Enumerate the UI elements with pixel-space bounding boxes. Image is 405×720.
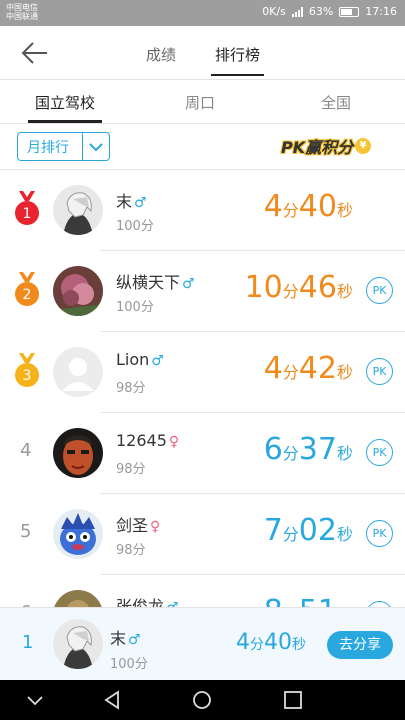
- my-exam-time: 4分40秒: [236, 630, 306, 655]
- player-name: Lion: [116, 350, 150, 369]
- toolbar: 月排行 PK赢积分 ¥: [0, 124, 405, 170]
- signal-icon: [291, 6, 303, 17]
- svg-text:3: 3: [23, 368, 32, 384]
- avatar: [53, 185, 103, 235]
- recent-apps-icon[interactable]: [282, 689, 304, 711]
- back-arrow-icon: [21, 42, 47, 64]
- system-nav-bar: [0, 680, 405, 720]
- list-item[interactable]: 4 12645 ♀ 98分 6分37秒 PK: [0, 413, 405, 494]
- carrier-2: 中国联通: [6, 12, 38, 21]
- male-icon: ♂: [166, 600, 179, 607]
- list-item[interactable]: 3 Lion ♂ 98分 4分42秒 PK: [0, 332, 405, 413]
- tab-school[interactable]: 国立驾校: [27, 92, 103, 123]
- home-icon[interactable]: [191, 689, 213, 711]
- silver-medal-icon: 2: [15, 272, 39, 306]
- player-name: 纵横天下: [116, 273, 181, 292]
- hide-keyboard-icon[interactable]: [24, 689, 46, 711]
- pk-banner-text: PK赢积分: [281, 138, 354, 157]
- battery-icon: [339, 6, 360, 17]
- tab-leaderboard[interactable]: 排行榜: [210, 44, 265, 76]
- list-item[interactable]: 6 张俊龙♂ 8分51秒 PK: [0, 575, 405, 607]
- svg-text:1: 1: [23, 206, 32, 222]
- chevron-down-icon: [83, 142, 109, 152]
- male-icon: ♂: [128, 632, 141, 648]
- player-score: 100分: [116, 219, 154, 234]
- male-icon: ♂: [134, 195, 147, 211]
- status-bar: 中国电信 中国联通 0K/s 63% 17:16: [0, 0, 405, 26]
- player-name: 末: [116, 192, 133, 211]
- list-item[interactable]: 1 末 ♂ 100分 4分40秒: [0, 170, 405, 251]
- player-score: 98分: [116, 543, 146, 558]
- my-rank-bar: 1 末 ♂ 100分 4分40秒 去分享: [0, 607, 405, 680]
- pk-button[interactable]: PK: [366, 439, 393, 466]
- rank-number: 4: [20, 440, 32, 461]
- back-button[interactable]: [20, 40, 50, 66]
- avatar: [53, 509, 103, 559]
- player-score: 98分: [116, 381, 146, 396]
- exam-time: 6分37秒: [263, 432, 353, 467]
- svg-text:2: 2: [23, 287, 32, 303]
- avatar: [53, 266, 103, 316]
- clock: 17:16: [365, 5, 397, 18]
- pk-button[interactable]: PK: [366, 520, 393, 547]
- avatar: [53, 428, 103, 478]
- exam-time: 7分02秒: [263, 513, 353, 548]
- back-nav-icon[interactable]: [101, 689, 123, 711]
- ranking-list: 1 末 ♂ 100分 4分40秒 2 纵横天下 ♂ 100分 10分46秒 PK…: [0, 170, 405, 607]
- nav-header: 成绩 排行榜: [0, 26, 405, 80]
- exam-time: 4分42秒: [263, 351, 353, 386]
- player-score: 98分: [116, 462, 146, 477]
- network-speed: 0K/s: [262, 5, 286, 18]
- tab-city[interactable]: 周口: [185, 92, 215, 113]
- ranking-period-dropdown[interactable]: 月排行: [17, 132, 110, 161]
- scope-tabs: 国立驾校 周口 全国: [0, 80, 405, 124]
- pk-points-banner[interactable]: PK赢积分 ¥: [281, 132, 372, 160]
- pk-button[interactable]: PK: [366, 358, 393, 385]
- gold-medal-icon: 1: [15, 191, 39, 225]
- exam-time: 10分46秒: [244, 270, 353, 305]
- coin-icon: ¥: [355, 138, 372, 154]
- bronze-medal-icon: 3: [15, 353, 39, 387]
- share-button[interactable]: 去分享: [327, 631, 393, 659]
- female-icon: ♀: [168, 434, 180, 450]
- player-name: 张俊龙: [116, 597, 165, 607]
- pk-button[interactable]: PK: [366, 277, 393, 304]
- male-icon: ♂: [151, 353, 164, 369]
- my-score: 100分: [110, 657, 148, 672]
- avatar: [53, 619, 103, 669]
- list-item[interactable]: 5 剑圣 ♀ 98分 7分02秒 PK: [0, 494, 405, 575]
- avatar: [53, 590, 103, 607]
- carrier-1: 中国电信: [6, 3, 38, 12]
- male-icon: ♂: [182, 276, 195, 292]
- my-name: 末: [110, 629, 127, 648]
- exam-time: 4分40秒: [263, 189, 353, 224]
- tab-national[interactable]: 全国: [321, 92, 351, 113]
- female-icon: ♀: [150, 519, 161, 535]
- battery-percent: 63%: [308, 5, 334, 18]
- avatar: [53, 347, 103, 397]
- player-name: 12645: [116, 431, 167, 450]
- rank-number: 5: [20, 521, 32, 542]
- player-name: 剑圣: [116, 516, 149, 535]
- list-item[interactable]: 2 纵横天下 ♂ 100分 10分46秒 PK: [0, 251, 405, 332]
- dropdown-label: 月排行: [27, 139, 69, 156]
- tab-scores[interactable]: 成绩: [146, 44, 176, 65]
- exam-time: 8分51秒: [264, 594, 353, 607]
- carrier-info: 中国电信 中国联通: [6, 3, 38, 21]
- player-score: 100分: [116, 300, 154, 315]
- my-rank-number: 1: [22, 632, 34, 653]
